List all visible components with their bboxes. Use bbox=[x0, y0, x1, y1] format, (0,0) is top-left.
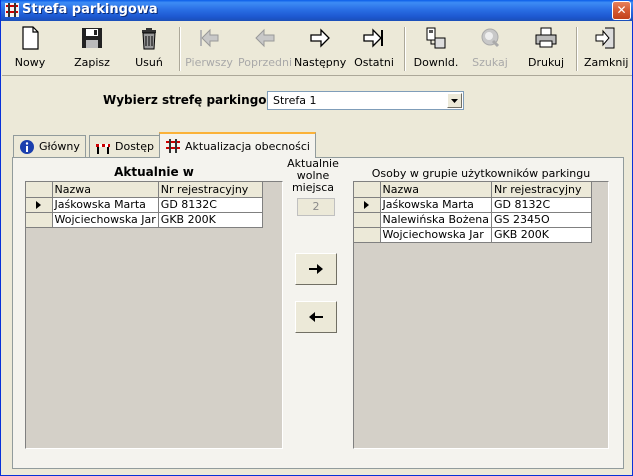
last-label: Ostatni bbox=[354, 56, 394, 69]
tab-access-label: Dostęp bbox=[115, 140, 154, 153]
download-device-icon bbox=[426, 27, 446, 49]
tab-presence-label: Aktualizacja obecności bbox=[185, 139, 310, 153]
next-label: Następny bbox=[294, 56, 347, 69]
tab-presence-update[interactable]: Aktualizacja obecności bbox=[159, 132, 316, 158]
group-grid-title: Osoby w grupie użytkowników parkingu bbox=[371, 167, 591, 180]
table-row[interactable]: Wojciechowska Jar GKB 200K bbox=[354, 227, 592, 243]
zone-dropdown[interactable]: Strefa 1 bbox=[267, 91, 464, 110]
toolbar-separator bbox=[404, 27, 406, 71]
column-header-plate[interactable]: Nr rejestracyjny bbox=[491, 182, 592, 198]
table-header-row: Nazwa Nr rejestracyjny bbox=[26, 182, 263, 198]
table-row[interactable]: Jaśkowska Marta GD 8132C bbox=[354, 197, 592, 213]
first-label: Pierwszy bbox=[185, 56, 233, 69]
parking-app-icon bbox=[5, 3, 19, 17]
window-title: Strefa parkingowa bbox=[22, 2, 158, 17]
close-label: Zamknij bbox=[584, 56, 629, 69]
free-places-label-line3: miejsca bbox=[291, 181, 335, 194]
free-places-value: 2 bbox=[297, 198, 335, 216]
save-button[interactable]: Zapisz bbox=[70, 25, 114, 73]
previous-record-button[interactable]: Poprzedni bbox=[238, 25, 292, 73]
arrow-right-icon bbox=[309, 264, 323, 274]
toolbar: Nowy Zapisz Usuń Pierwszy Poprzedni Nast… bbox=[2, 22, 632, 76]
title-bar[interactable]: Strefa parkingowa ✕ bbox=[1, 0, 633, 21]
cell-name[interactable]: Wojciechowska Jar bbox=[52, 212, 159, 228]
free-places-label: Aktualnie wolne miejsca bbox=[281, 158, 345, 194]
cell-plate[interactable]: GD 8132C bbox=[158, 197, 263, 213]
last-record-button[interactable]: Ostatni bbox=[352, 25, 396, 73]
cell-name[interactable]: Jaśkowska Marta bbox=[380, 197, 492, 213]
first-record-icon bbox=[200, 28, 219, 48]
cell-plate[interactable]: GS 2345O bbox=[491, 212, 592, 228]
first-record-button[interactable]: Pierwszy bbox=[184, 25, 234, 73]
column-header-name[interactable]: Nazwa bbox=[52, 182, 159, 198]
parking-icon bbox=[166, 139, 180, 153]
zone-select-label: Wybierz strefę parkingową : bbox=[103, 93, 295, 107]
arrow-left-icon bbox=[309, 312, 323, 322]
printer-icon bbox=[535, 27, 557, 48]
search-icon bbox=[481, 28, 500, 48]
table-row[interactable]: Jaśkowska Marta GD 8132C bbox=[26, 197, 263, 213]
chevron-down-icon bbox=[451, 99, 458, 103]
trash-bin-icon bbox=[142, 28, 156, 50]
current-row-pointer-icon bbox=[36, 201, 42, 209]
print-button[interactable]: Drukuj bbox=[524, 25, 568, 73]
save-label: Zapisz bbox=[74, 56, 110, 69]
move-left-button[interactable] bbox=[295, 301, 337, 333]
table-row[interactable]: Wojciechowska Jar GKB 200K bbox=[26, 212, 263, 228]
search-button[interactable]: Szukaj bbox=[468, 25, 512, 73]
tab-main-label: Główny bbox=[39, 140, 80, 153]
current-occupants-grid[interactable]: Nazwa Nr rejestracyjny Jaśkowska Marta G… bbox=[25, 181, 283, 449]
close-button[interactable]: Zamknij bbox=[584, 25, 628, 73]
print-label: Drukuj bbox=[527, 56, 565, 69]
cell-plate[interactable]: GKB 200K bbox=[491, 227, 592, 243]
dropdown-arrow-button[interactable] bbox=[447, 93, 462, 108]
parking-zone-window: Strefa parkingowa ✕ Nowy Zapisz Usuń Pie… bbox=[0, 0, 633, 476]
window-close-button[interactable]: ✕ bbox=[612, 1, 631, 20]
tab-main[interactable]: Główny bbox=[13, 135, 86, 157]
toolbar-separator bbox=[576, 27, 578, 71]
floppy-disk-icon bbox=[82, 28, 102, 48]
row-selector[interactable] bbox=[26, 212, 53, 228]
zone-selected-value: Strefa 1 bbox=[273, 94, 317, 107]
delete-button[interactable]: Usuń bbox=[128, 25, 170, 73]
cell-name[interactable]: Nalewińska Bożena bbox=[380, 212, 492, 228]
new-button[interactable]: Nowy bbox=[8, 25, 52, 73]
column-header-plate[interactable]: Nr rejestracyjny bbox=[158, 182, 263, 198]
table-header-row: Nazwa Nr rejestracyjny bbox=[354, 182, 592, 198]
download-label: Downld. bbox=[413, 56, 459, 69]
exit-door-icon bbox=[595, 27, 615, 49]
barrier-icon bbox=[96, 143, 110, 154]
current-occupants-table: Nazwa Nr rejestracyjny Jaśkowska Marta G… bbox=[26, 182, 263, 228]
current-grid-title: Aktualnie w bbox=[114, 165, 194, 179]
row-selector[interactable] bbox=[354, 227, 381, 243]
group-members-grid[interactable]: Nazwa Nr rejestracyjny Jaśkowska Marta G… bbox=[353, 181, 609, 449]
row-selector[interactable] bbox=[354, 212, 381, 228]
delete-label: Usuń bbox=[135, 56, 163, 69]
move-right-button[interactable] bbox=[295, 253, 337, 285]
cell-name[interactable]: Jaśkowska Marta bbox=[52, 197, 159, 213]
last-record-icon bbox=[363, 28, 383, 48]
cell-plate[interactable]: GKB 200K bbox=[158, 212, 263, 228]
column-header-name[interactable]: Nazwa bbox=[380, 182, 492, 198]
table-row[interactable]: Nalewińska Bożena GS 2345O bbox=[354, 212, 592, 228]
toolbar-separator bbox=[179, 27, 181, 71]
next-arrow-icon bbox=[310, 28, 330, 48]
group-members-table: Nazwa Nr rejestracyjny Jaśkowska Marta G… bbox=[354, 182, 592, 243]
row-selector-current[interactable] bbox=[26, 197, 53, 213]
search-label: Szukaj bbox=[472, 56, 508, 69]
row-selector-current[interactable] bbox=[354, 197, 381, 213]
new-document-icon bbox=[22, 26, 39, 50]
cell-name[interactable]: Wojciechowska Jar bbox=[380, 227, 492, 243]
tab-access[interactable]: Dostęp bbox=[89, 135, 160, 157]
new-label: Nowy bbox=[14, 56, 46, 69]
previous-arrow-icon bbox=[255, 28, 275, 48]
row-indicator-header bbox=[26, 182, 53, 198]
cell-plate[interactable]: GD 8132C bbox=[491, 197, 592, 213]
current-row-pointer-icon bbox=[364, 201, 370, 209]
download-button[interactable]: Downld. bbox=[412, 25, 460, 73]
info-icon bbox=[20, 139, 34, 154]
row-indicator-header bbox=[354, 182, 381, 198]
next-record-button[interactable]: Następny bbox=[294, 25, 346, 73]
previous-label: Poprzedni bbox=[238, 56, 293, 69]
